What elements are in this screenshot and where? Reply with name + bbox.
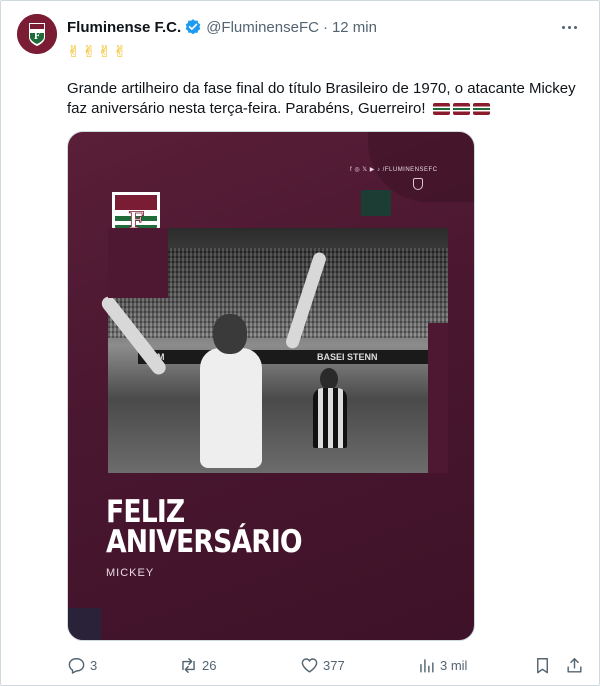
advertising-board: CAM BASEI STENN — [138, 350, 438, 364]
heart-icon — [301, 657, 318, 673]
repost-count: 26 — [202, 657, 217, 673]
headline: FELIZ ANIVERSÁRIO — [106, 494, 303, 560]
reply-button[interactable]: 3 — [67, 653, 97, 677]
timestamp[interactable]: 12 min — [332, 19, 377, 36]
reply-count: 3 — [90, 657, 98, 673]
photo-frame-notch — [108, 228, 168, 298]
player-head — [213, 314, 247, 354]
svg-text:F: F — [34, 32, 41, 42]
headline-line-1: FELIZ — [106, 494, 185, 530]
repost-icon — [182, 657, 195, 673]
bookmark-button[interactable] — [533, 653, 552, 677]
like-button[interactable]: 377 — [300, 653, 345, 677]
reply-icon — [68, 657, 85, 674]
fluminense-flag-icon — [432, 103, 450, 115]
opponent-player-figure — [313, 388, 347, 448]
victory-hand-emojis: ✌✌✌✌ — [67, 44, 129, 61]
small-crest-icon — [413, 178, 423, 190]
tweet-card[interactable]: F Fluminense F.C. @FluminenseFC · 12 min… — [0, 0, 600, 686]
views-count: 3 mil — [440, 657, 468, 673]
share-button[interactable] — [565, 653, 584, 677]
display-name[interactable]: Fluminense F.C. — [67, 19, 181, 36]
more-options-icon[interactable] — [557, 15, 581, 39]
tweet-media-image[interactable]: f ◎ 𝕏 ▶ ♪ /FLUMINENSEFC F CAM BASEI STEN… — [67, 131, 475, 641]
tweet-header: Fluminense F.C. @FluminenseFC · 12 min — [67, 17, 377, 37]
fluminense-flag-icon — [472, 103, 490, 115]
verified-badge-icon — [185, 19, 201, 35]
tweet-text: Grande artilheiro da fase final do títul… — [67, 80, 576, 117]
avatar[interactable]: F — [17, 14, 57, 54]
flag-emojis — [432, 103, 490, 115]
views-button[interactable]: 3 mil — [417, 653, 467, 677]
decorative-green-block — [361, 190, 391, 216]
opponent-head — [320, 368, 338, 390]
headline-line-2: ANIVERSÁRIO — [106, 524, 303, 560]
club-crest-icon: F — [17, 14, 57, 54]
player-figure — [200, 348, 262, 468]
decorative-square — [68, 608, 101, 640]
board-text-right: BASEI STENN — [317, 352, 378, 362]
action-bar: 3 26 377 3 mil — [67, 653, 587, 677]
fluminense-flag-icon — [452, 103, 470, 115]
tweet-body: Grande artilheiro da fase final do títul… — [67, 79, 582, 119]
user-handle[interactable]: @FluminenseFC — [206, 19, 319, 36]
repost-button[interactable]: 26 — [179, 653, 216, 677]
social-handles-text: f ◎ 𝕏 ▶ ♪ /FLUMINENSEFC — [350, 167, 438, 173]
views-chart-icon — [420, 658, 434, 673]
player-celebration-photo: CAM BASEI STENN — [98, 228, 448, 473]
photo-frame-notch — [428, 323, 448, 473]
honoree-name: MICKEY — [106, 567, 155, 579]
like-count: 377 — [323, 657, 345, 673]
bookmark-icon — [537, 657, 548, 673]
share-icon — [567, 657, 582, 673]
separator-dot: · — [322, 18, 328, 36]
